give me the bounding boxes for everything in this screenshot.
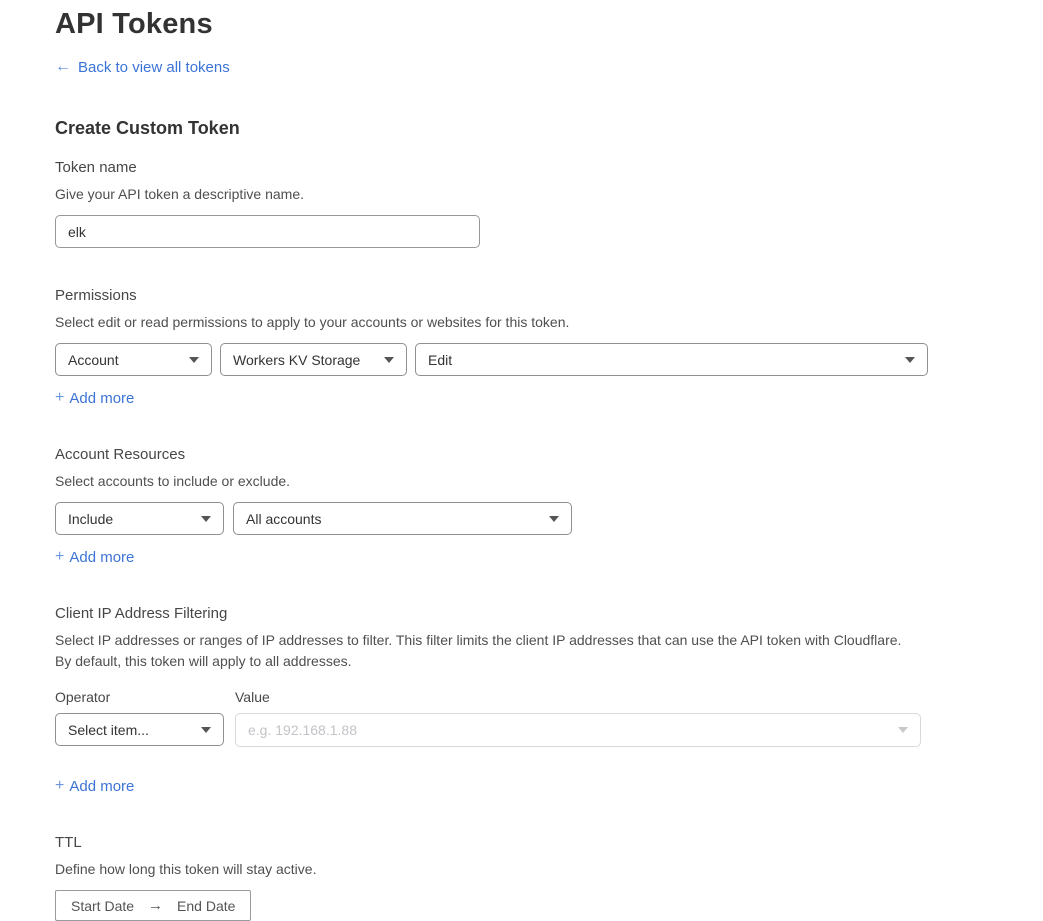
- token-name-input[interactable]: [55, 215, 480, 248]
- permission-scope-select[interactable]: Account: [55, 343, 212, 376]
- chevron-down-icon: [905, 357, 915, 363]
- chevron-down-icon: [549, 516, 559, 522]
- value-label: Value: [235, 689, 270, 705]
- permission-scope-value: Account: [68, 352, 119, 368]
- account-resources-label: Account Resources: [55, 446, 1043, 463]
- plus-icon: +: [55, 548, 64, 566]
- permission-access-value: Edit: [428, 352, 452, 368]
- account-resources-description: Select accounts to include or exclude.: [55, 471, 1043, 492]
- account-resources-row: Include All accounts: [55, 502, 1043, 535]
- create-custom-token-heading: Create Custom Token: [55, 118, 1043, 139]
- plus-icon: +: [55, 777, 64, 795]
- start-date-field[interactable]: Start Date: [71, 898, 134, 914]
- ip-filtering-add-more-link[interactable]: + Add more: [55, 777, 134, 795]
- chevron-down-icon: [898, 727, 908, 733]
- account-resources-add-more-link[interactable]: + Add more: [55, 548, 134, 566]
- ip-filtering-label: Client IP Address Filtering: [55, 605, 1043, 622]
- operator-label: Operator: [55, 689, 235, 705]
- permission-group-value: Workers KV Storage: [233, 352, 360, 368]
- permissions-add-more-link[interactable]: + Add more: [55, 389, 134, 407]
- ip-operator-select[interactable]: Select item...: [55, 713, 224, 746]
- ttl-date-range-picker[interactable]: Start Date → End Date: [55, 890, 251, 921]
- token-name-description: Give your API token a descriptive name.: [55, 184, 1043, 205]
- arrow-right-icon: →: [148, 897, 163, 914]
- permissions-description: Select edit or read permissions to apply…: [55, 312, 1043, 333]
- ip-value-combobox[interactable]: [235, 713, 921, 747]
- permission-access-select[interactable]: Edit: [415, 343, 928, 376]
- account-resources-mode-value: Include: [68, 511, 113, 527]
- ip-value-input[interactable]: [248, 722, 890, 738]
- end-date-field[interactable]: End Date: [177, 898, 235, 914]
- back-arrow-icon: ←: [55, 58, 71, 76]
- permissions-label: Permissions: [55, 287, 1043, 304]
- add-more-label: Add more: [69, 390, 134, 407]
- account-resources-mode-select[interactable]: Include: [55, 502, 224, 535]
- ttl-description: Define how long this token will stay act…: [55, 859, 1043, 880]
- back-to-tokens-link[interactable]: ← Back to view all tokens: [55, 58, 230, 76]
- account-resources-scope-select[interactable]: All accounts: [233, 502, 572, 535]
- ttl-label: TTL: [55, 834, 1043, 851]
- page-title: API Tokens: [55, 8, 1043, 41]
- chevron-down-icon: [201, 516, 211, 522]
- ip-filtering-description: Select IP addresses or ranges of IP addr…: [55, 630, 917, 672]
- ip-filtering-field-labels: Operator Value: [55, 689, 1043, 705]
- account-resources-scope-value: All accounts: [246, 511, 321, 527]
- add-more-label: Add more: [69, 778, 134, 795]
- ip-operator-value: Select item...: [68, 722, 149, 738]
- token-name-label: Token name: [55, 159, 1043, 176]
- ip-filtering-row: Select item...: [55, 713, 1043, 747]
- add-more-label: Add more: [69, 549, 134, 566]
- plus-icon: +: [55, 389, 64, 407]
- chevron-down-icon: [201, 727, 211, 733]
- permission-group-select[interactable]: Workers KV Storage: [220, 343, 407, 376]
- api-tokens-page: API Tokens ← Back to view all tokens Cre…: [0, 0, 1043, 917]
- back-link-label: Back to view all tokens: [78, 59, 230, 76]
- permissions-row: Account Workers KV Storage Edit: [55, 343, 1043, 376]
- chevron-down-icon: [189, 357, 199, 363]
- chevron-down-icon: [384, 357, 394, 363]
